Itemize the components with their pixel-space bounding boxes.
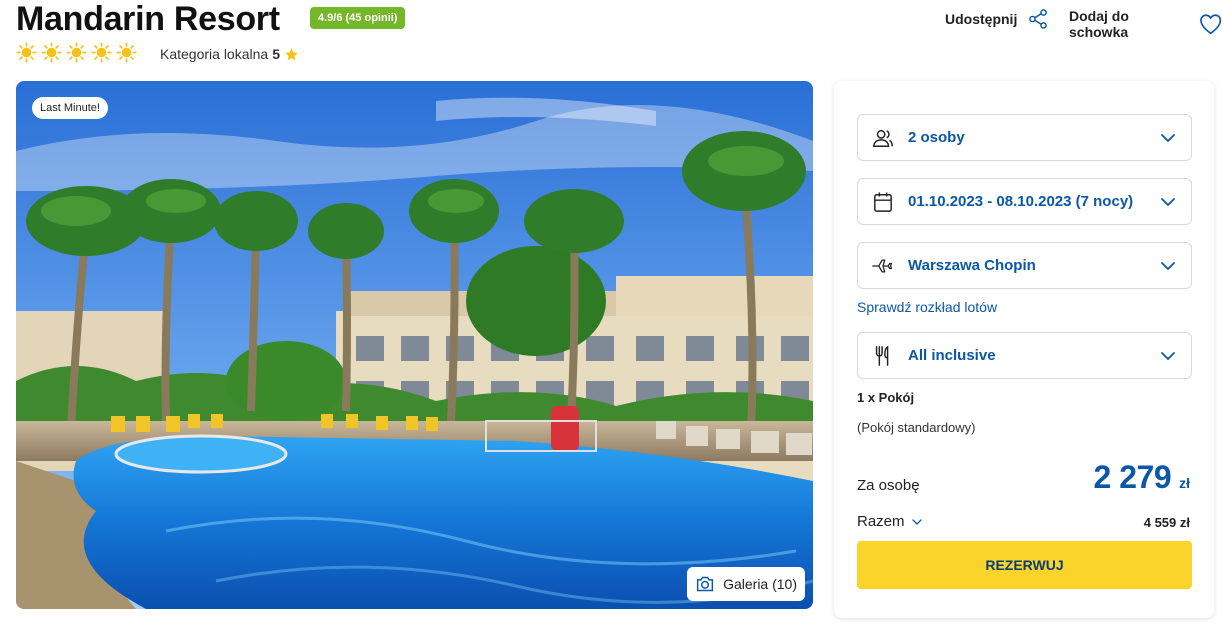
local-category: Kategoria lokalna 5 [160, 46, 299, 62]
persons-icon [872, 127, 894, 149]
room-type: (Pokój standardowy) [857, 420, 976, 435]
plane-icon [872, 255, 894, 277]
rating-badge[interactable]: 4.9/6 (45 opinii) [310, 7, 406, 29]
dates-value: 01.10.2023 - 08.10.2023 (7 nocy) [908, 193, 1134, 210]
book-button[interactable]: REZERWUJ [857, 541, 1192, 589]
chevron-down-icon [1161, 351, 1175, 360]
category-value: 5 [272, 46, 280, 62]
price-currency: zł [1179, 475, 1190, 491]
chevron-down-icon [1161, 133, 1175, 142]
persons-value: 2 osoby [908, 129, 965, 146]
room-count: 1 x Pokój [857, 390, 915, 405]
gallery-button[interactable]: Galeria (10) [687, 567, 805, 601]
share-icon [1029, 9, 1048, 29]
total-price: 4 559 zł [1143, 515, 1190, 530]
board-select[interactable]: All inclusive [857, 332, 1192, 379]
star-icon [285, 47, 298, 60]
camera-icon [696, 576, 714, 592]
booking-panel: 2 osoby 01.10.2023 - 08.10.2023 (7 nocy)… [834, 81, 1214, 618]
add-to-favorites-button[interactable]: Dodaj do schowka [1069, 8, 1222, 40]
sun-icon [16, 42, 37, 63]
last-minute-badge: Last Minute! [32, 97, 108, 119]
sun-icon [41, 42, 62, 63]
price-amount: 2 279 [1093, 459, 1172, 495]
share-button[interactable]: Udostępnij [945, 8, 1049, 30]
sun-icon [66, 42, 87, 63]
sun-rating [16, 42, 137, 63]
resort-pool-image [16, 81, 813, 609]
calendar-icon [872, 191, 894, 213]
heart-icon [1199, 14, 1221, 35]
dates-select[interactable]: 01.10.2023 - 08.10.2023 (7 nocy) [857, 178, 1192, 225]
per-person-price: 2 279 zł [1094, 459, 1190, 496]
chevron-down-icon [1161, 261, 1175, 270]
flight-schedule-link[interactable]: Sprawdź rozkład lotów [857, 299, 997, 315]
chevron-down-icon [1161, 197, 1175, 206]
total-toggle[interactable]: Razem [857, 513, 923, 530]
airport-value: Warszawa Chopin [908, 257, 1036, 274]
per-person-label: Za osobę [857, 477, 920, 494]
departure-airport-select[interactable]: Warszawa Chopin [857, 242, 1192, 289]
total-label: Razem [857, 513, 905, 530]
sun-icon [116, 42, 137, 63]
category-label: Kategoria lokalna [160, 46, 269, 62]
persons-select[interactable]: 2 osoby [857, 114, 1192, 161]
board-value: All inclusive [908, 347, 996, 364]
share-label: Udostępnij [945, 11, 1018, 27]
favorites-label: Dodaj do schowka [1069, 8, 1129, 40]
gallery-label: Galeria (10) [723, 576, 797, 592]
hotel-title: Mandarin Resort [16, 0, 280, 38]
sun-icon [91, 42, 112, 63]
chevron-down-icon [911, 518, 922, 525]
hotel-photo[interactable]: Last Minute! Galeria (10) [16, 81, 813, 609]
cutlery-icon [872, 345, 894, 367]
